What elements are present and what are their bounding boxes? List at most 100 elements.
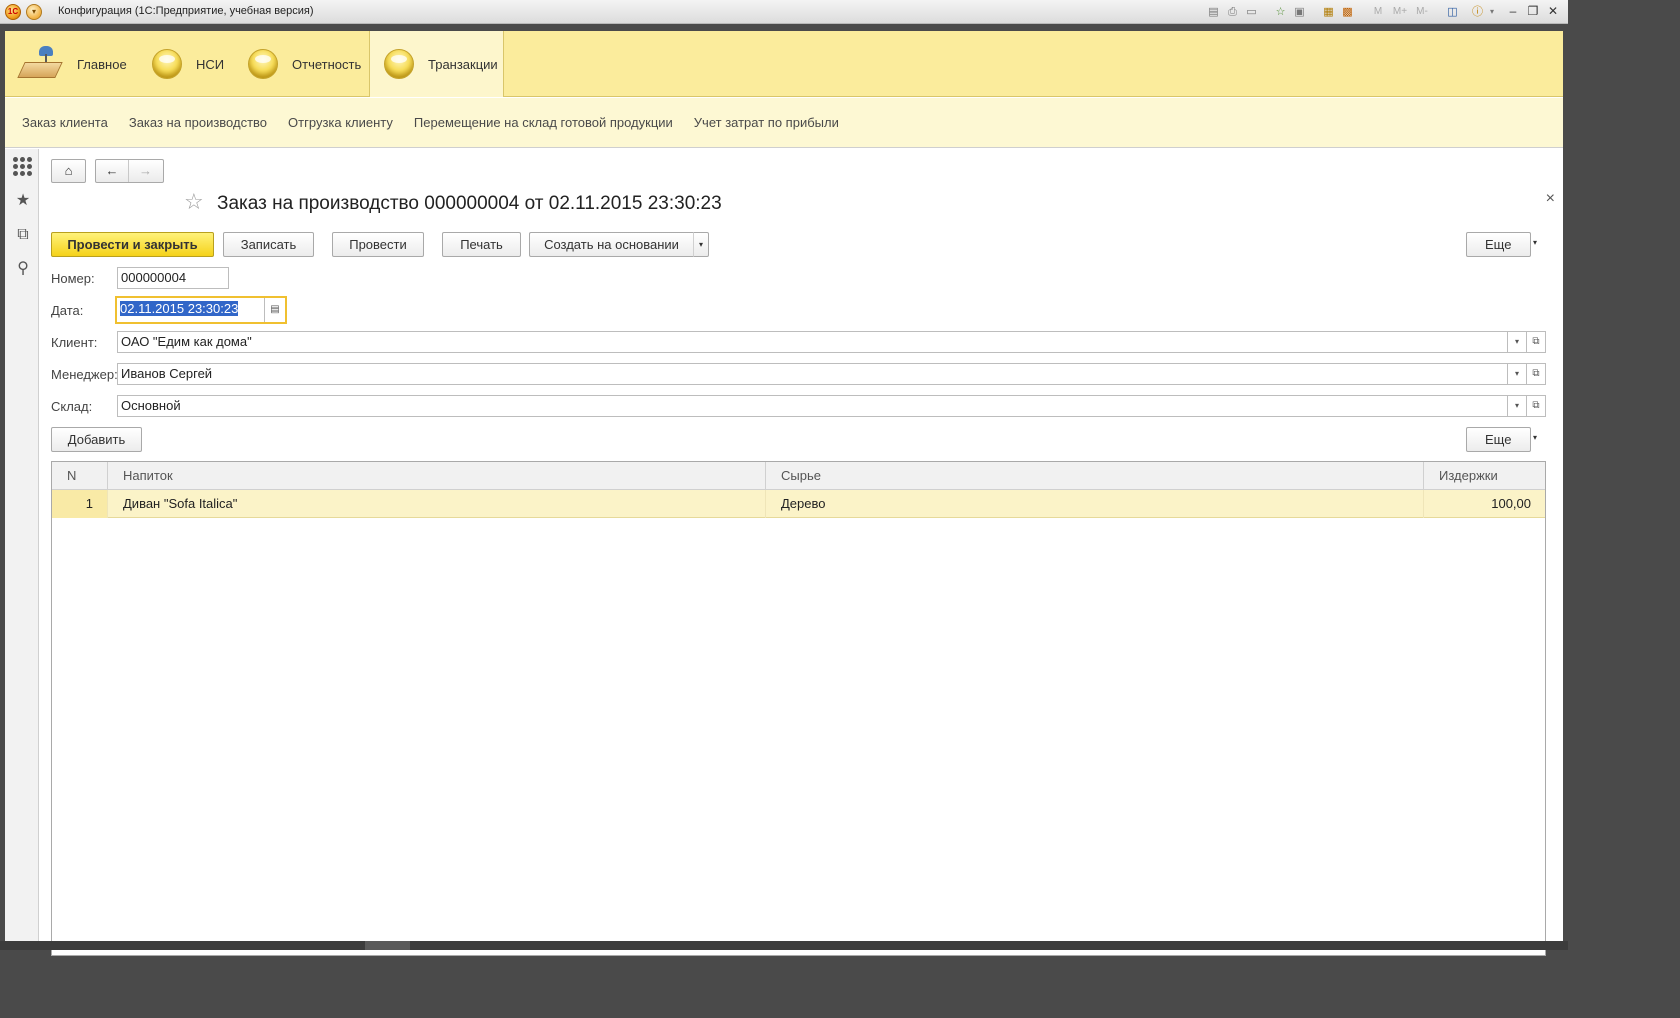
main-menu-button[interactable]: ▾	[26, 4, 42, 20]
save-button[interactable]: Записать	[223, 232, 314, 257]
section-nsi[interactable]: НСИ	[152, 31, 224, 97]
table-row[interactable]: 1 Диван "Sofa Italica" Дерево 100,00	[52, 490, 1545, 518]
create-based-dropdown-icon[interactable]: ▾	[693, 232, 709, 257]
forward-arrow-icon[interactable]: →	[129, 160, 162, 182]
info-icon[interactable]: ⓘ	[1469, 4, 1486, 20]
memory-plus-button[interactable]: M+	[1390, 4, 1410, 20]
cell-material: Дерево	[766, 490, 1424, 518]
more-button[interactable]: Еще	[1466, 232, 1531, 257]
create-based-on-button[interactable]: Создать на основании	[529, 232, 693, 257]
client-field[interactable]: ОАО "Едим как дома"	[117, 331, 1508, 353]
favorite-star-icon[interactable]: ☆	[184, 189, 204, 215]
separator	[1310, 4, 1318, 20]
taskbar-strip	[0, 941, 1568, 950]
favorites-star-icon[interactable]: ★	[13, 191, 33, 211]
memory-m-button[interactable]: M	[1368, 4, 1388, 20]
nav-link-shipment[interactable]: Отгрузка клиенту	[288, 115, 393, 130]
date-label: Дата:	[51, 303, 84, 318]
column-header-cost[interactable]: Издержки	[1424, 462, 1545, 490]
warehouse-open-icon[interactable]: ⧉	[1527, 395, 1546, 417]
items-table: N Напиток Сырье Издержки 1 Диван "Sofa I…	[51, 461, 1546, 956]
orb-icon	[384, 49, 414, 79]
column-header-material[interactable]: Сырье	[766, 462, 1424, 490]
calendar-icon[interactable]: ▤	[264, 298, 285, 322]
table-more-button[interactable]: Еще	[1466, 427, 1531, 452]
print-icon[interactable]: ⎙	[1224, 4, 1241, 20]
separator	[1463, 4, 1467, 20]
preview-icon[interactable]: ▭	[1243, 4, 1260, 20]
nav-link-cost-accounting[interactable]: Учет затрат по прибыли	[694, 115, 839, 130]
table-more-dropdown-icon: ▾	[1533, 433, 1538, 442]
form-title: Заказ на производство 000000004 от 02.11…	[217, 193, 722, 214]
history-icon[interactable]: ⧉	[13, 225, 33, 245]
favorite-add-icon[interactable]: ☆	[1272, 4, 1289, 20]
nav-link-production-order[interactable]: Заказ на производство	[129, 115, 267, 130]
section-main[interactable]: Главное	[17, 31, 127, 97]
number-label: Номер:	[51, 271, 95, 286]
save-icon[interactable]: ▤	[1205, 4, 1222, 20]
warehouse-field[interactable]: Основной	[117, 395, 1508, 417]
table-header: N Напиток Сырье Издержки	[52, 462, 1545, 490]
client-label: Клиент:	[51, 335, 98, 350]
manager-field[interactable]: Иванов Сергей	[117, 363, 1508, 385]
more-dropdown-icon: ▾	[1533, 238, 1538, 247]
minimize-icon[interactable]: –	[1504, 3, 1522, 20]
history-nav: ← →	[95, 159, 164, 183]
cell-drink: Диван "Sofa Italica"	[108, 490, 766, 518]
document-form: ⌂ ← → ☆ Заказ на производство 000000004 о…	[39, 149, 1563, 956]
restore-icon[interactable]: ❐	[1524, 3, 1542, 20]
orb-icon	[248, 49, 278, 79]
search-icon[interactable]: ⚲	[13, 259, 33, 279]
number-field[interactable]: 000000004	[117, 267, 229, 289]
titlebar-toolbar: ▤ ⎙ ▭ ☆ ▣ ▦ ▩ M M+ M- ◫ ⓘ ▾	[1205, 4, 1496, 20]
section-label: Главное	[77, 56, 127, 72]
post-and-close-button[interactable]: Провести и закрыть	[51, 232, 214, 257]
window-title: Конфигурация (1С:Предприятие, учебная ве…	[58, 5, 314, 17]
navigation-panel: Заказ клиента Заказ на производство Отгр…	[5, 98, 1563, 148]
column-header-drink[interactable]: Напиток	[108, 462, 766, 490]
history-icon[interactable]: ▣	[1291, 4, 1308, 20]
manager-open-icon[interactable]: ⧉	[1527, 363, 1546, 385]
app-area: Главное НСИ Отчетность Транзакции Заказ …	[5, 31, 1563, 956]
sections-panel: Главное НСИ Отчетность Транзакции	[5, 31, 1563, 97]
section-transactions[interactable]: Транзакции	[369, 31, 504, 97]
manager-label: Менеджер:	[51, 367, 118, 382]
taskbar-tab[interactable]	[365, 941, 410, 950]
memory-minus-button[interactable]: M-	[1412, 4, 1432, 20]
client-open-icon[interactable]: ⧉	[1527, 331, 1546, 353]
all-functions-icon[interactable]	[13, 157, 33, 177]
home-button[interactable]: ⌂	[51, 159, 86, 183]
post-button[interactable]: Провести	[332, 232, 424, 257]
cell-n: 1	[52, 490, 108, 518]
section-reports[interactable]: Отчетность	[248, 31, 361, 97]
separator	[1434, 4, 1442, 20]
separator	[1358, 4, 1366, 20]
warehouse-label: Склад:	[51, 399, 93, 414]
panels-icon[interactable]: ◫	[1444, 4, 1461, 20]
warehouse-dropdown-icon[interactable]: ▾	[1508, 395, 1527, 417]
date-value: 02.11.2015 23:30:23	[120, 301, 239, 316]
close-form-icon[interactable]: ×	[1546, 190, 1555, 208]
calculator-icon[interactable]: ▦	[1320, 4, 1337, 20]
section-label: НСИ	[196, 56, 225, 72]
home-icon: ⌂	[64, 163, 73, 178]
nav-link-client-order[interactable]: Заказ клиента	[22, 115, 108, 130]
cell-cost: 100,00	[1491, 496, 1531, 511]
manager-dropdown-icon[interactable]: ▾	[1508, 363, 1527, 385]
column-header-n[interactable]: N	[52, 462, 108, 490]
add-row-button[interactable]: Добавить	[51, 427, 142, 452]
calendar-icon[interactable]: ▩	[1339, 4, 1356, 20]
window-titlebar: 1С ▾ Конфигурация (1С:Предприятие, учебн…	[0, 0, 1568, 24]
client-dropdown-icon[interactable]: ▾	[1508, 331, 1527, 353]
date-field[interactable]: 02.11.2015 23:30:23 ▤	[115, 296, 287, 324]
close-icon[interactable]: ✕	[1544, 3, 1562, 20]
back-arrow-icon[interactable]: ←	[96, 160, 129, 182]
section-label: Транзакции	[428, 56, 498, 72]
app-logo-icon[interactable]: 1С	[5, 4, 21, 20]
nav-link-transfer[interactable]: Перемещение на склад готовой продукции	[414, 115, 673, 130]
left-tools-panel: ★ ⧉ ⚲	[5, 149, 39, 941]
info-dropdown-icon[interactable]: ▾	[1488, 4, 1496, 20]
separator	[1262, 4, 1270, 20]
desk-icon	[17, 44, 63, 84]
print-button[interactable]: Печать	[442, 232, 521, 257]
